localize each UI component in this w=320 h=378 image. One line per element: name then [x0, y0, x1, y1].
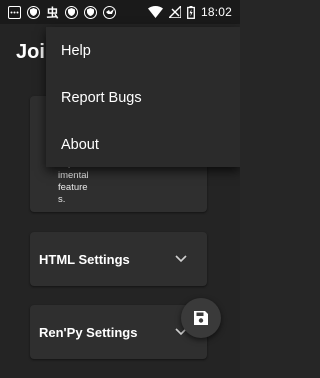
no-signal-icon: [168, 6, 181, 18]
menu-item-label: About: [61, 136, 99, 153]
menu-item-help[interactable]: Help: [46, 27, 240, 74]
status-icons-left: 虫: [8, 5, 116, 20]
status-bar: 虫 18:02: [0, 0, 240, 24]
chevron-down-icon[interactable]: [175, 254, 187, 264]
status-icons-right: 18:02: [147, 5, 232, 19]
battery-charging-icon: [187, 5, 195, 19]
message-icon: [8, 5, 21, 19]
card-text-line: s.: [58, 194, 66, 205]
wifi-icon: [147, 6, 163, 18]
save-icon: [194, 311, 208, 325]
shield-icon: [27, 5, 40, 19]
card-text-line: imental: [58, 170, 89, 181]
shield-icon: [84, 5, 97, 19]
app-icon: 虫: [46, 5, 59, 20]
status-time: 18:02: [200, 5, 232, 19]
menu-item-report-bugs[interactable]: Report Bugs: [46, 74, 240, 121]
html-settings-label: HTML Settings: [39, 251, 130, 267]
app-screen: 虫 18:02 Joil imental feature s. HTML Set…: [0, 0, 240, 378]
save-fab-button[interactable]: [181, 298, 221, 338]
shield-icon: [65, 5, 78, 19]
overflow-menu: Help Report Bugs About: [46, 27, 240, 167]
menu-item-label: Report Bugs: [61, 89, 142, 106]
html-settings-card[interactable]: HTML Settings: [30, 232, 207, 286]
menu-item-about[interactable]: About: [46, 121, 240, 168]
bird-icon: [103, 5, 116, 19]
renpy-settings-label: Ren'Py Settings: [39, 324, 138, 340]
menu-item-label: Help: [61, 42, 91, 59]
card-text-line: feature: [58, 182, 88, 193]
